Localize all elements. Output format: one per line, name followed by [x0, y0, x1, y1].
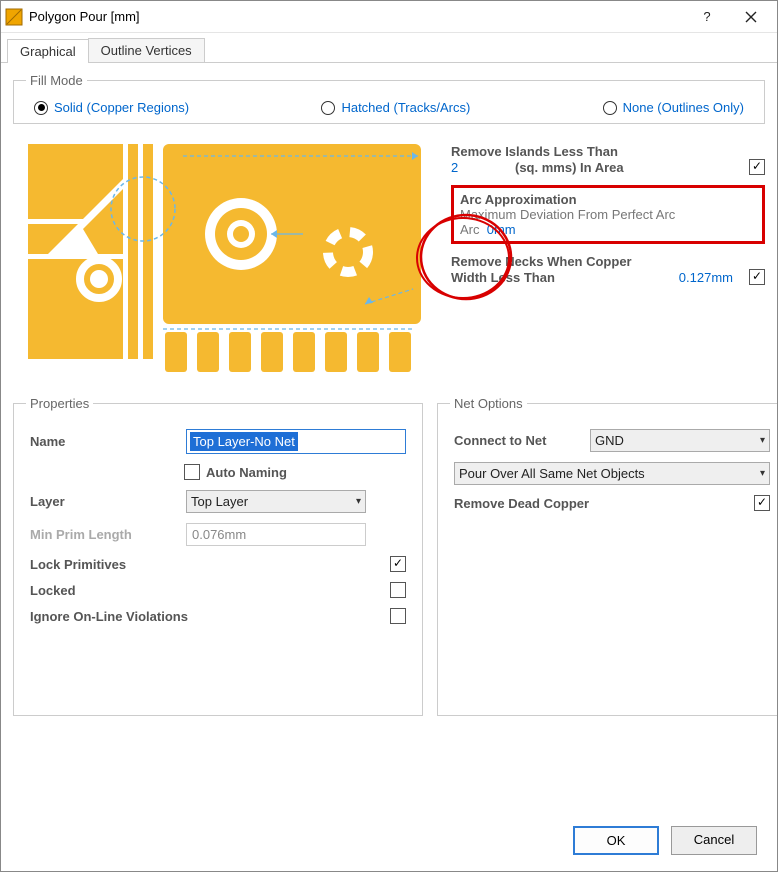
close-icon	[745, 11, 757, 23]
fill-mode-none[interactable]: None (Outlines Only)	[603, 100, 744, 115]
arc-approx-block: Arc Approximation Maximum Deviation From…	[451, 185, 765, 244]
locked-checkbox[interactable]	[390, 582, 406, 598]
name-field[interactable]: Top Layer-No Net	[186, 429, 406, 454]
remove-dead-copper-label: Remove Dead Copper	[454, 496, 589, 511]
fill-mode-legend: Fill Mode	[26, 73, 87, 88]
remove-necks-value[interactable]: 0.127mm	[679, 270, 733, 285]
layer-combo-value: Top Layer	[191, 494, 248, 509]
remove-islands-checkbox[interactable]	[749, 159, 765, 175]
connect-to-net-label: Connect to Net	[454, 433, 584, 448]
lock-primitives-label: Lock Primitives	[30, 557, 126, 572]
arc-approx-value[interactable]: 0mm	[487, 222, 516, 237]
fill-mode-solid-label: Solid (Copper Regions)	[54, 100, 189, 115]
remove-necks-block: Remove Necks When Copper Width Less Than…	[451, 254, 765, 285]
net-options-group: Net Options Connect to Net GND ▾ Pour Ov…	[437, 396, 777, 716]
layer-label: Layer	[30, 494, 180, 509]
chevron-down-icon: ▾	[760, 468, 765, 479]
ok-button[interactable]: OK	[573, 826, 659, 855]
min-prim-label: Min Prim Length	[30, 527, 180, 542]
tab-outline-vertices[interactable]: Outline Vertices	[88, 38, 205, 62]
radio-icon	[321, 101, 335, 115]
tab-graphical[interactable]: Graphical	[7, 39, 89, 63]
fill-mode-group: Fill Mode Solid (Copper Regions) Hatched…	[13, 73, 765, 124]
remove-necks-head1: Remove Necks When Copper	[451, 254, 765, 269]
chevron-down-icon: ▾	[356, 496, 361, 507]
remove-islands-value[interactable]: 2	[451, 160, 511, 175]
auto-naming-checkbox[interactable]	[184, 464, 200, 480]
name-field-value: Top Layer-No Net	[190, 432, 298, 451]
ignore-violations-checkbox[interactable]	[390, 608, 406, 624]
min-prim-field[interactable]	[186, 523, 366, 546]
properties-legend: Properties	[26, 396, 93, 411]
ignore-violations-label: Ignore On-Line Violations	[30, 609, 188, 624]
remove-islands-unit: (sq. mms) In Area	[515, 160, 745, 175]
connect-to-net-value: GND	[595, 433, 624, 448]
fill-mode-hatched-label: Hatched (Tracks/Arcs)	[341, 100, 470, 115]
pour-over-value: Pour Over All Same Net Objects	[459, 466, 645, 481]
close-button[interactable]	[729, 3, 773, 31]
radio-icon	[603, 101, 617, 115]
connect-to-net-combo[interactable]: GND ▾	[590, 429, 770, 452]
remove-necks-head2: Width Less Than	[451, 270, 675, 285]
tab-strip: Graphical Outline Vertices	[1, 33, 777, 63]
fill-mode-hatched[interactable]: Hatched (Tracks/Arcs)	[321, 100, 470, 115]
layer-combo[interactable]: Top Layer ▾	[186, 490, 366, 513]
locked-label: Locked	[30, 583, 76, 598]
name-label: Name	[30, 434, 180, 449]
pour-preview-image	[13, 134, 433, 384]
lock-primitives-checkbox[interactable]	[390, 556, 406, 572]
fill-mode-none-label: None (Outlines Only)	[623, 100, 744, 115]
window-title: Polygon Pour [mm]	[29, 9, 685, 24]
arc-approx-head: Arc Approximation	[460, 192, 756, 207]
remove-dead-copper-checkbox[interactable]	[754, 495, 770, 511]
titlebar: Polygon Pour [mm] ?	[1, 1, 777, 33]
arc-approx-sub: Maximum Deviation From Perfect Arc	[460, 207, 756, 222]
remove-islands-head: Remove Islands Less Than	[451, 144, 765, 159]
remove-necks-checkbox[interactable]	[749, 269, 765, 285]
chevron-down-icon: ▾	[760, 435, 765, 446]
dialog-footer: OK Cancel	[1, 816, 777, 871]
net-options-legend: Net Options	[450, 396, 527, 411]
radio-icon	[34, 101, 48, 115]
cancel-button[interactable]: Cancel	[671, 826, 757, 855]
help-button[interactable]: ?	[685, 3, 729, 31]
app-icon	[5, 8, 23, 26]
pour-over-combo[interactable]: Pour Over All Same Net Objects ▾	[454, 462, 770, 485]
remove-islands-block: Remove Islands Less Than 2 (sq. mms) In …	[451, 144, 765, 175]
auto-naming-label: Auto Naming	[206, 465, 287, 480]
fill-mode-solid[interactable]: Solid (Copper Regions)	[34, 100, 189, 115]
properties-group: Properties Name Top Layer-No Net Auto Na…	[13, 396, 423, 716]
